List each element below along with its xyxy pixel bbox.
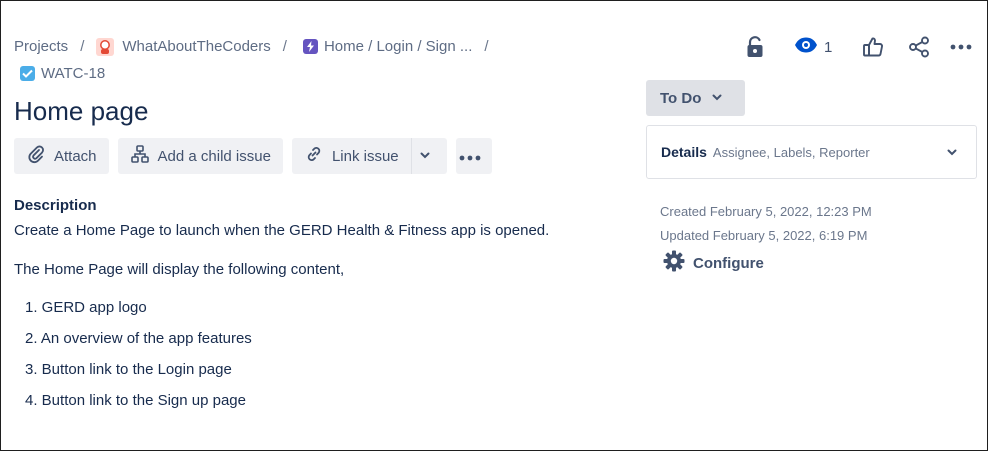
link-issue-group: Link issue (291, 138, 447, 174)
more-icon[interactable] (950, 44, 972, 50)
description-heading: Description (14, 197, 97, 214)
hierarchy-icon (130, 144, 158, 168)
breadcrumb: Projects / WhatAboutTheCoders / Home / L… (14, 33, 574, 87)
description-paragraph[interactable]: Create a Home Page to launch when the GE… (14, 221, 614, 241)
list-item: 4. Button link to the Sign up page (25, 392, 246, 409)
chevron-down-icon (419, 148, 439, 165)
thumbs-up-icon[interactable] (862, 36, 884, 58)
link-issue-label: Link issue (331, 147, 399, 165)
created-date: Created February 5, 2022, 12:23 PM (660, 204, 872, 219)
breadcrumb-separator: / (80, 38, 85, 55)
configure-button[interactable]: Configure (663, 250, 764, 276)
epic-icon (302, 39, 318, 54)
watch-button[interactable]: 1 (794, 37, 832, 58)
breadcrumb-issue[interactable]: WATC-18 (14, 60, 105, 87)
more-icon (459, 148, 489, 165)
breadcrumb-project-label: WhatAboutTheCoders (122, 38, 271, 55)
issue-toolbar: Attach Add a child issue Link issue (14, 138, 501, 174)
chevron-down-icon (701, 90, 723, 107)
attach-label: Attach (54, 147, 97, 165)
attach-button[interactable]: Attach (14, 138, 109, 174)
task-icon (20, 66, 35, 81)
watch-count: 1 (824, 38, 833, 56)
description-list: 1. GERD app logo 2. An overview of the a… (14, 298, 614, 411)
breadcrumb-epic[interactable]: Home / Login / Sign ... (299, 33, 472, 60)
issue-title[interactable]: Home page (14, 96, 148, 127)
details-summary: Assignee, Labels, Reporter (712, 144, 870, 160)
breadcrumb-project[interactable]: WhatAboutTheCoders (96, 33, 271, 60)
list-item: 3. Button link to the Login page (25, 361, 232, 378)
issue-meta: Created February 5, 2022, 12:23 PM Updat… (660, 200, 872, 248)
chevron-down-icon (946, 145, 958, 163)
issue-actions: 1 (744, 33, 972, 61)
add-child-issue-button[interactable]: Add a child issue (117, 138, 283, 174)
details-panel[interactable]: Details Assignee, Labels, Reporter (646, 125, 977, 179)
status-dropdown[interactable]: To Do (646, 80, 745, 116)
description-section: Description Create a Home Page to launch… (14, 197, 614, 422)
breadcrumb-separator: / (282, 38, 287, 55)
add-child-issue-label: Add a child issue (157, 147, 271, 165)
eye-icon (794, 37, 818, 58)
link-issue-button[interactable]: Link issue (291, 138, 411, 174)
more-actions-button[interactable] (455, 138, 492, 174)
status-label: To Do (660, 89, 702, 107)
configure-label: Configure (693, 254, 764, 272)
project-avatar (96, 37, 115, 56)
link-issue-dropdown-button[interactable] (410, 138, 447, 174)
breadcrumb-epic-label: Home / Login / Sign ... (323, 38, 473, 55)
gear-icon (663, 250, 693, 276)
details-title: Details (661, 144, 707, 160)
updated-date: Updated February 5, 2022, 6:19 PM (660, 228, 868, 243)
link-icon (304, 144, 332, 168)
breadcrumb-issue-key: WATC-18 (41, 65, 106, 82)
description-paragraph[interactable]: The Home Page will display the following… (14, 260, 614, 280)
breadcrumb-separator: / (484, 38, 489, 55)
lock-icon[interactable] (744, 35, 766, 59)
paperclip-icon (26, 144, 54, 168)
share-icon[interactable] (908, 36, 930, 58)
breadcrumb-projects[interactable]: Projects (14, 33, 68, 60)
list-item: 1. GERD app logo (25, 299, 147, 316)
list-item: 2. An overview of the app features (25, 330, 252, 347)
